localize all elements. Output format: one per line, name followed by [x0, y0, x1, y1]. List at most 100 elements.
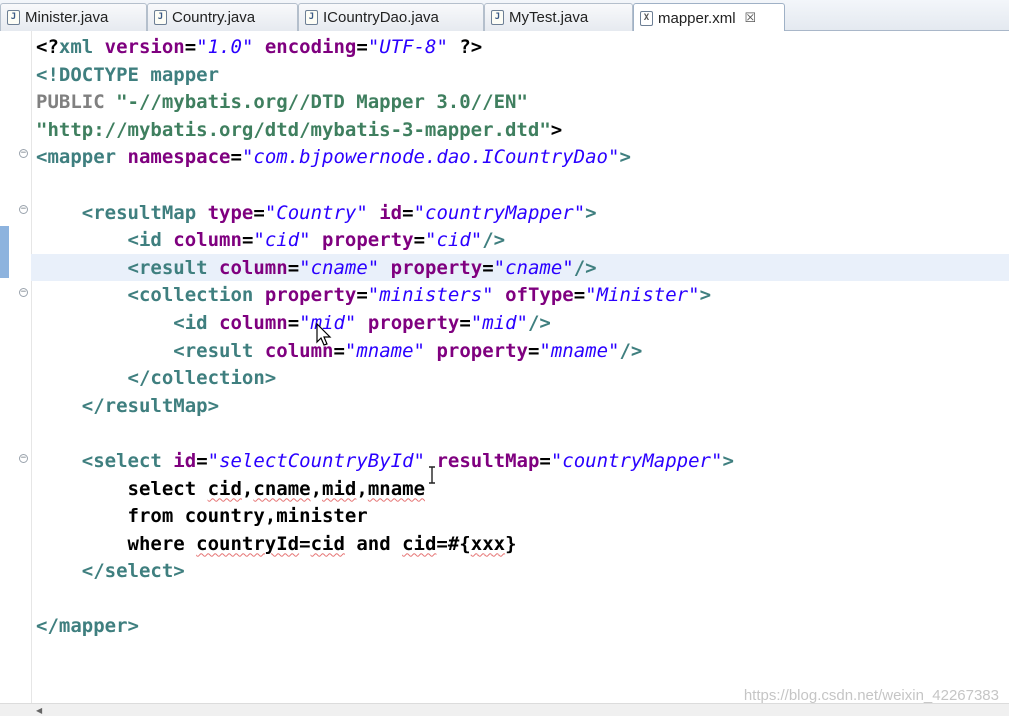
code-token: =: [241, 229, 254, 252]
code-line[interactable]: <?xml version="1.0" encoding="UTF-8" ?>: [36, 34, 734, 62]
code-line[interactable]: [36, 420, 734, 448]
code-token: namespace: [127, 146, 231, 169]
fold-toggle-resultmap[interactable]: −: [19, 205, 28, 214]
code-token: cid: [310, 532, 345, 555]
code-token: <?: [36, 36, 59, 58]
code-token: >: [722, 449, 734, 472]
code-token: <select: [81, 449, 162, 472]
code-line[interactable]: select cid,cname,mid,mname: [36, 476, 734, 504]
java-file-icon: J: [491, 10, 504, 25]
xml-editor[interactable]: − − − − <?xml version="1.0" encoding="UT…: [0, 31, 1009, 703]
code-token: =: [333, 339, 345, 362]
code-token: property: [322, 229, 414, 252]
tab-icountrydao-java[interactable]: J ICountryDao.java: [298, 3, 484, 31]
code-token: type: [207, 201, 254, 224]
code-line[interactable]: </mapper>: [36, 613, 734, 641]
code-line[interactable]: PUBLIC "-//mybatis.org//DTD Mapper 3.0//…: [36, 89, 734, 117]
code-token: =: [402, 201, 414, 224]
code-line[interactable]: </select>: [36, 558, 734, 586]
code-line[interactable]: "http://mybatis.org/dtd/mybatis-3-mapper…: [36, 117, 734, 145]
code-line[interactable]: <collection property="ministers" ofType=…: [36, 282, 734, 310]
code-token: resultMap: [436, 449, 540, 472]
code-token: <result: [173, 339, 254, 362]
code-line[interactable]: <!DOCTYPE mapper: [36, 62, 734, 90]
horizontal-scrollbar[interactable]: ◀: [0, 703, 1009, 716]
code-token: </select>: [81, 560, 185, 583]
code-token: "countryMapper": [550, 449, 723, 472]
code-token: </collection>: [127, 367, 277, 390]
code-token: "UTF-8": [367, 36, 448, 58]
editor-gutter: − − − −: [0, 31, 32, 703]
code-token: property: [436, 339, 528, 362]
code-token: =: [413, 229, 426, 252]
code-area[interactable]: <?xml version="1.0" encoding="UTF-8" ?> <…: [36, 34, 734, 641]
code-token: column: [173, 229, 242, 252]
fold-toggle-collection[interactable]: −: [19, 288, 28, 297]
code-line[interactable]: <mapper namespace="com.bjpowernode.dao.I…: [36, 144, 734, 172]
code-token: =: [356, 36, 368, 58]
editor-tab-bar: J Minister.java J Country.java J ICountryDao.…: [0, 0, 1009, 32]
code-line[interactable]: <id column="cid" property="cid"/>: [36, 227, 734, 255]
code-line[interactable]: from country,minister: [36, 503, 734, 531]
code-line[interactable]: <select id="selectCountryById" resultMap…: [36, 448, 734, 476]
code-token: xxx: [470, 532, 506, 555]
code-token: </mapper>: [36, 615, 139, 638]
tab-label: MyTest.java: [509, 9, 589, 26]
code-token: ,: [356, 477, 368, 500]
xml-file-icon: X: [640, 10, 653, 26]
fold-toggle-mapper[interactable]: −: [19, 149, 28, 158]
code-token: "cid": [425, 229, 483, 252]
fold-toggle-select[interactable]: −: [19, 454, 28, 463]
code-token: cid: [207, 477, 242, 500]
code-line[interactable]: </resultMap>: [36, 393, 734, 421]
code-line[interactable]: <result column="cname" property="cname"/…: [36, 255, 734, 283]
java-file-icon: J: [154, 10, 167, 25]
code-token: =: [287, 311, 300, 334]
code-line[interactable]: <resultMap type="Country" id="countryMap…: [36, 200, 734, 228]
tab-minister-java[interactable]: J Minister.java: [0, 3, 147, 31]
code-token: ?>: [447, 36, 483, 58]
code-token: "ministers": [367, 284, 494, 307]
code-line[interactable]: <result column="mname" property="mname"/…: [36, 338, 734, 366]
code-token: "1.0": [196, 36, 254, 58]
code-token: encoding: [264, 36, 357, 58]
code-token: <mapper: [36, 146, 117, 169]
code-token: =: [573, 284, 586, 307]
code-token: "http://mybatis.org/dtd/mybatis-3-mapper…: [36, 118, 551, 141]
tab-label: Country.java: [172, 9, 256, 26]
code-line[interactable]: [36, 172, 734, 200]
code-line[interactable]: <id column="mid" property="mid"/>: [36, 310, 734, 338]
tab-mapper-xml[interactable]: Xmapper.xml ☒: [633, 3, 785, 32]
code-token: />: [573, 256, 597, 279]
code-token: <!DOCTYPE: [36, 63, 151, 86]
code-token: property: [390, 256, 483, 279]
code-token: =: [459, 311, 471, 334]
code-line[interactable]: </collection>: [36, 365, 734, 393]
code-token: <collection: [127, 284, 254, 307]
code-line[interactable]: where countryId=cid and cid=#{xxx}: [36, 531, 734, 559]
code-token: from country,minister: [36, 505, 368, 528]
close-tab-icon[interactable]: ☒: [745, 10, 757, 26]
tab-mytest-java[interactable]: J MyTest.java: [484, 3, 633, 31]
code-token: column: [219, 256, 288, 279]
code-token: "cname": [493, 256, 574, 279]
code-token: <result: [127, 256, 208, 279]
code-line[interactable]: [36, 586, 734, 614]
code-token: =: [299, 532, 311, 555]
code-token: />: [619, 339, 643, 362]
mouse-pointer-icon: [316, 323, 332, 346]
tab-country-java[interactable]: J Country.java: [147, 3, 298, 31]
scroll-left-icon[interactable]: ◀: [36, 706, 42, 715]
code-token: PUBLIC: [36, 91, 117, 114]
